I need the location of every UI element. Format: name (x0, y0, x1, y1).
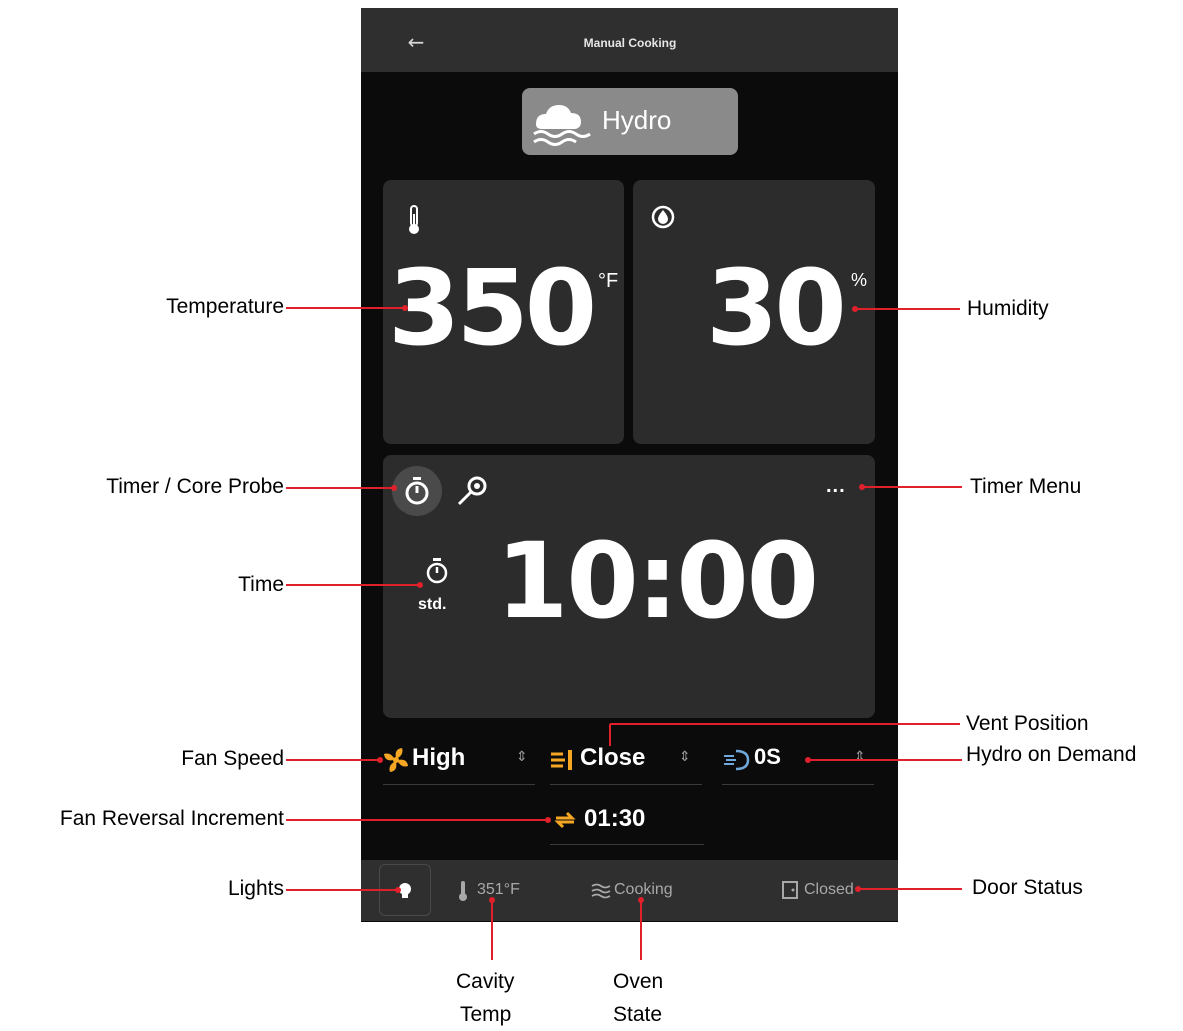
callout-door-status: Door Status (972, 876, 1083, 899)
callout-timer-menu: Timer Menu (970, 475, 1082, 498)
callout-lights: Lights (227, 877, 284, 900)
callout-humidity: Humidity (967, 297, 1049, 320)
callout-cavity-temp-line1: Cavity (456, 970, 515, 993)
callout-timer-probe: Timer / Core Probe (106, 475, 284, 498)
callout-time: Time (238, 573, 284, 596)
callout-fan-speed: Fan Speed (181, 747, 284, 770)
callout-oven-state-line1: Oven (613, 970, 664, 993)
callout-oven-state-line2: State (613, 1003, 663, 1026)
callout-cavity-temp-line2: Temp (460, 1003, 512, 1026)
callout-vent-position: Vent Position (966, 712, 1089, 735)
callout-fan-reversal: Fan Reversal Increment (59, 807, 284, 830)
callout-temperature: Temperature (166, 295, 284, 318)
callout-hydro-on-demand: Hydro on Demand (966, 743, 1137, 766)
